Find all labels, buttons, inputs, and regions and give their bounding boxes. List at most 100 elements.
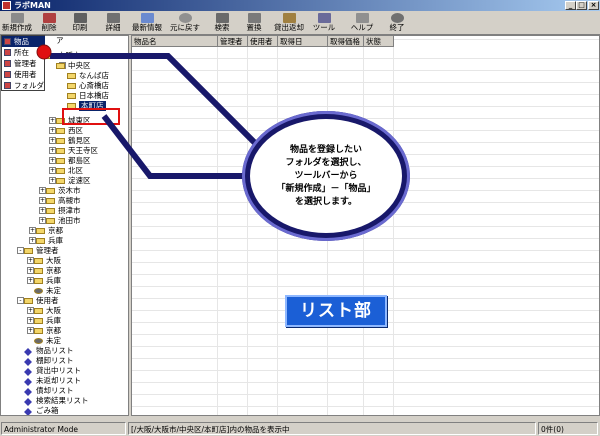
popup-menu-item[interactable]: 使用者 — [2, 69, 45, 80]
column-header[interactable]: 使用者 — [248, 36, 278, 47]
tree-expander[interactable]: + — [27, 327, 34, 334]
tree-node[interactable]: 北区 — [68, 166, 83, 176]
tree-expander[interactable]: + — [49, 167, 56, 174]
tree-node[interactable]: 管理者 — [36, 246, 59, 256]
popup-menu-item[interactable]: 物品 — [2, 36, 45, 47]
tree-node[interactable]: 債却リスト — [36, 386, 74, 396]
toolbar-button-lend[interactable]: 貸出返却 — [271, 12, 307, 34]
tree-expander[interactable]: + — [49, 127, 56, 134]
app-icon — [2, 1, 11, 10]
toolbar-button-new[interactable]: 新規作成 — [1, 12, 33, 34]
tree-node[interactable]: 貸出中リスト — [36, 366, 81, 376]
toolbar-button-delete[interactable]: 削除 — [35, 12, 63, 34]
tree-expander[interactable]: + — [49, 147, 56, 154]
toolbar-button-label: 検索 — [214, 23, 230, 32]
tree-node[interactable]: 高槻市 — [58, 196, 81, 206]
tree-node[interactable]: 兵庫 — [46, 316, 61, 326]
tree-expander[interactable]: + — [27, 307, 34, 314]
folder-icon — [46, 53, 55, 59]
column-header[interactable]: 取得価格 — [328, 36, 364, 47]
folder-icon — [36, 238, 45, 244]
folder-icon — [34, 268, 43, 274]
lend-icon — [282, 13, 296, 23]
tree-node[interactable]: 日本橋店 — [79, 91, 109, 101]
column-header[interactable]: 取得日 — [278, 36, 328, 47]
toolbar-button-replace[interactable]: 置換 — [240, 12, 268, 34]
minimize-button[interactable]: _ — [565, 1, 576, 10]
list-icon — [24, 388, 32, 396]
tree-node[interactable]: 未定 — [46, 286, 61, 296]
toolbar-button-refresh[interactable]: 最新情報 — [129, 12, 165, 34]
toolbar-button-exit[interactable]: 終了 — [386, 12, 408, 34]
tree-node[interactable]: 茨木市 — [58, 186, 81, 196]
tree-node[interactable]: 未返却リスト — [36, 376, 81, 386]
tree-node[interactable]: 西区 — [68, 126, 83, 136]
popup-menu-item[interactable]: 管理者 — [2, 58, 45, 69]
callout-line: を選択します。 — [294, 196, 358, 207]
column-header[interactable]: 状態 — [364, 36, 394, 47]
tree-node[interactable]: 大阪 — [46, 256, 61, 266]
folder-tree[interactable]: ア 大阪市-中央区なんば店心斎橋店日本橋店本町店+城東区+西区+鶴見区+天王寺区… — [0, 35, 129, 416]
toolbar-button-detail[interactable]: 詳細 — [99, 12, 127, 34]
tree-expander[interactable]: + — [29, 237, 36, 244]
tree-node[interactable]: 心斎橋店 — [79, 81, 109, 91]
tree-expander[interactable]: + — [39, 207, 46, 214]
tree-node[interactable]: 使用者 — [36, 296, 59, 306]
tree-node[interactable]: 未定 — [46, 336, 61, 346]
menu-item-icon — [4, 82, 11, 89]
column-header[interactable]: 物品名 — [132, 36, 218, 47]
tree-expander[interactable]: + — [39, 197, 46, 204]
tree-node[interactable]: 大阪市 — [58, 51, 81, 61]
tree-expander[interactable]: + — [39, 187, 46, 194]
tree-node[interactable]: 物品リスト — [36, 346, 74, 356]
tree-expander[interactable]: + — [39, 217, 46, 224]
list-icon — [24, 368, 32, 376]
tree-node[interactable]: ごみ箱 — [36, 406, 59, 415]
tree-node[interactable]: 都島区 — [68, 156, 91, 166]
tree-expander[interactable]: + — [29, 227, 36, 234]
tree-expander[interactable]: + — [27, 257, 34, 264]
tree-node[interactable]: 大阪 — [46, 306, 61, 316]
folder-icon — [46, 218, 55, 224]
maximize-button[interactable]: □ — [576, 1, 587, 10]
tree-expander[interactable]: + — [49, 117, 56, 124]
tree-expander[interactable]: - — [17, 297, 24, 304]
toolbar-button-print[interactable]: 印刷 — [66, 12, 94, 34]
tree-node[interactable]: 京都 — [46, 266, 61, 276]
tree-expander[interactable]: + — [49, 157, 56, 164]
tree-node[interactable]: 池田市 — [58, 216, 81, 226]
detail-icon — [106, 13, 120, 23]
folder-icon — [46, 208, 55, 214]
tree-node[interactable]: 兵庫 — [46, 276, 61, 286]
popup-menu-item[interactable]: フォルダ — [2, 80, 45, 91]
folder-icon — [56, 158, 65, 164]
tree-expander[interactable]: + — [27, 267, 34, 274]
tree-node[interactable]: 京都 — [46, 326, 61, 336]
popup-menu-item[interactable]: 所在 — [2, 47, 45, 58]
tree-node[interactable]: 棚卸リスト — [36, 356, 74, 366]
tree-node[interactable]: 兵庫 — [48, 236, 63, 246]
tree-expander[interactable]: - — [17, 247, 24, 254]
tree-node[interactable]: なんば店 — [79, 71, 109, 81]
toolbar-button-tool[interactable]: ツール — [309, 12, 339, 34]
toolbar-button-undo[interactable]: 元に戻す — [166, 12, 204, 34]
tree-node[interactable]: 中央区 — [68, 61, 91, 71]
folder-icon — [67, 73, 76, 79]
column-header[interactable]: 管理者 — [218, 36, 248, 47]
close-button[interactable]: × — [588, 1, 599, 10]
tree-node[interactable]: 天王寺区 — [68, 146, 98, 156]
list-icon — [24, 378, 32, 386]
tree-node[interactable]: 検索結果リスト — [36, 396, 89, 406]
toolbar-button-help[interactable]: ヘルプ — [342, 12, 382, 34]
tree-expander[interactable]: + — [27, 277, 34, 284]
tree-node[interactable]: 摂津市 — [58, 206, 81, 216]
tree-expander[interactable]: + — [49, 137, 56, 144]
tree-node[interactable]: 淀速区 — [68, 176, 91, 186]
toolbar-button-label: 詳細 — [105, 23, 121, 32]
tree-expander[interactable]: + — [49, 177, 56, 184]
tree-node[interactable]: 鶴見区 — [68, 136, 91, 146]
folder-icon — [46, 188, 55, 194]
tree-node[interactable]: 京都 — [48, 226, 63, 236]
tree-expander[interactable]: + — [27, 317, 34, 324]
toolbar-button-search[interactable]: 検索 — [207, 12, 237, 34]
